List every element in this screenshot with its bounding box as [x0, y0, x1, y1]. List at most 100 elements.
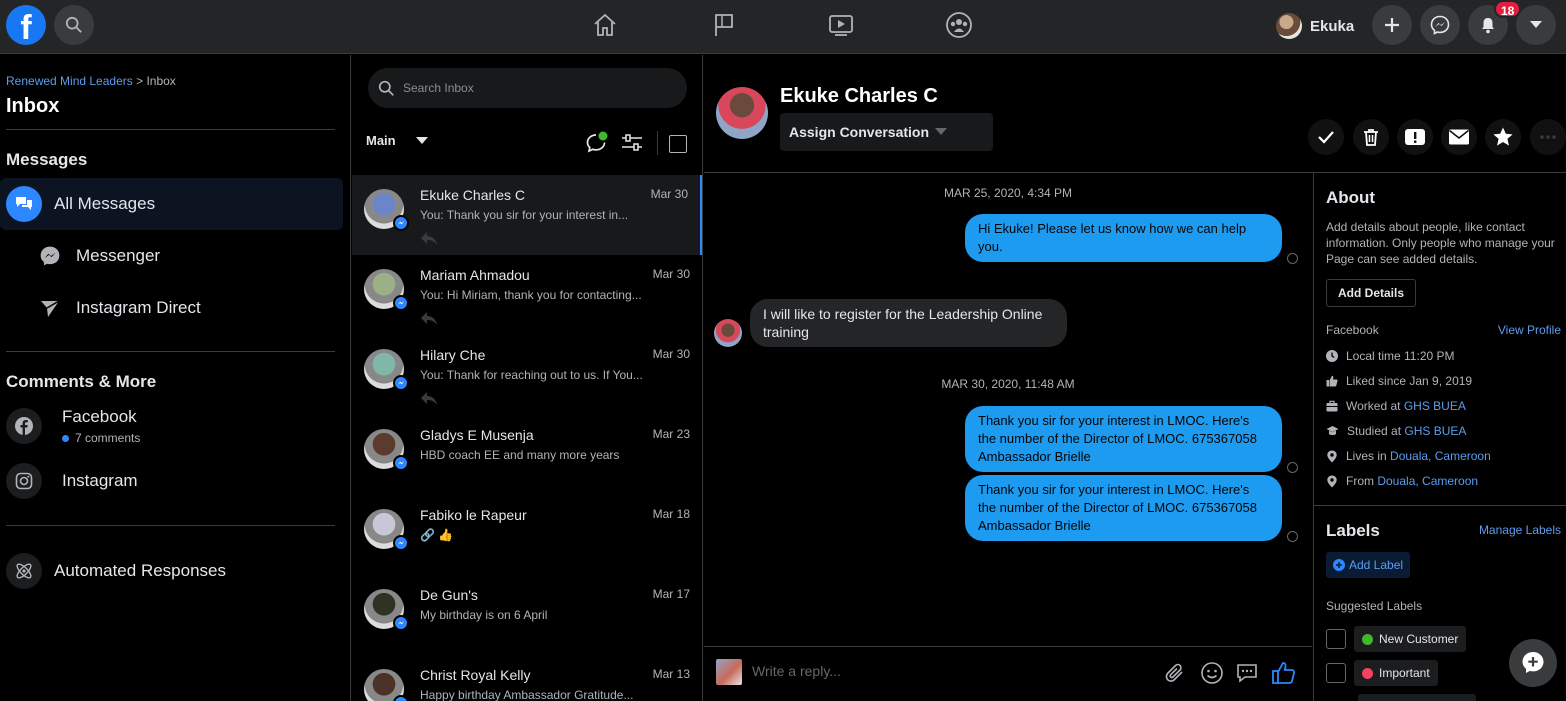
- conversation-date: Mar 18: [652, 507, 690, 521]
- select-all-checkbox[interactable]: [669, 135, 687, 153]
- avatar: [714, 319, 742, 347]
- conversation-item[interactable]: Fabiko le Rapeur Mar 18 🔗 👍: [352, 495, 702, 575]
- conversation-name: Fabiko le Rapeur: [420, 507, 527, 523]
- reply-input[interactable]: [752, 663, 1132, 679]
- breadcrumb: Renewed Mind Leaders > Inbox: [6, 74, 176, 88]
- search-inbox-input[interactable]: [403, 81, 663, 95]
- conversation-item[interactable]: Gladys E Musenja Mar 23 HBD coach EE and m…: [352, 415, 702, 495]
- delete-button[interactable]: [1353, 119, 1389, 155]
- attach-file-button[interactable]: [1164, 662, 1186, 684]
- outgoing-message: Thank you sir for your interest in LMOC.…: [965, 475, 1282, 541]
- account-menu-button[interactable]: [1516, 5, 1556, 45]
- search-button[interactable]: [54, 5, 94, 45]
- unread-filter-button[interactable]: [585, 131, 609, 155]
- conversation-item[interactable]: Christ Royal Kelly Mar 13 Happy birthday A…: [352, 655, 702, 701]
- groups-icon: [946, 12, 972, 38]
- profile-chip[interactable]: Ekuka: [1276, 9, 1354, 43]
- conversation-name: De Gun's: [420, 587, 478, 603]
- sidebar-item-instagram-direct[interactable]: Instagram Direct: [0, 282, 343, 334]
- sidebar-item-automated-responses[interactable]: Automated Responses: [0, 545, 343, 597]
- search-icon: [65, 16, 82, 33]
- workplace-link[interactable]: GHS BUEA: [1404, 399, 1466, 413]
- liked-since-text: Liked since Jan 9, 2019: [1346, 374, 1473, 388]
- new-message-fab[interactable]: [1509, 639, 1557, 687]
- sliders-icon: [622, 134, 642, 151]
- seen-indicator: [1287, 462, 1298, 473]
- conversation-snippet: You: Hi Miriam, thank you for contacting…: [420, 288, 642, 302]
- label-tag-new-customer[interactable]: New Customer: [1354, 626, 1467, 652]
- current-city-link[interactable]: Douala, Cameroon: [1390, 449, 1491, 463]
- create-button[interactable]: [1372, 5, 1412, 45]
- facebook-circle-icon: [6, 408, 42, 444]
- sidebar-item-facebook[interactable]: Facebook: [0, 400, 343, 452]
- lives-in-prefix: Lives in: [1346, 449, 1391, 463]
- suggested-label-row: Important: [1326, 660, 1438, 686]
- view-profile-link[interactable]: View Profile: [1498, 323, 1561, 337]
- sidebar-item-all-messages[interactable]: All Messages: [0, 178, 343, 230]
- home-nav-button[interactable]: [590, 10, 620, 40]
- sidebar-item-messenger[interactable]: Messenger: [0, 230, 343, 282]
- messenger-badge-icon: [393, 615, 409, 631]
- messenger-icon: [32, 238, 68, 274]
- worked-at-row: Worked at GHS BUEA: [1326, 399, 1466, 413]
- filter-settings-button[interactable]: [620, 132, 644, 154]
- conversation-snippet: You: Thank you sir for your interest in.…: [420, 208, 629, 222]
- add-details-button[interactable]: Add Details: [1326, 279, 1417, 307]
- search-inbox-box[interactable]: [368, 68, 687, 108]
- star-button[interactable]: [1485, 119, 1521, 155]
- emoji-button[interactable]: [1200, 661, 1224, 685]
- avatar[interactable]: [716, 87, 768, 139]
- conversation-item[interactable]: Ekuke Charles C Mar 30 You: Thank you sir …: [352, 175, 702, 255]
- label-name: Important: [1379, 666, 1430, 680]
- breadcrumb-page-link[interactable]: Renewed Mind Leaders: [6, 74, 133, 88]
- pages-nav-button[interactable]: [709, 10, 739, 40]
- add-label-button[interactable]: Add Label: [1326, 552, 1411, 578]
- list-toolbar: Main: [352, 125, 703, 163]
- add-label-text: Add Label: [1349, 558, 1404, 572]
- mark-done-button[interactable]: [1308, 119, 1344, 155]
- profile-name: Ekuka: [1310, 17, 1355, 35]
- messenger-button[interactable]: [1420, 5, 1460, 45]
- caret-down-icon: [415, 136, 428, 144]
- watch-nav-button[interactable]: [826, 10, 856, 40]
- outgoing-message: Hi Ekuke! Please let us know how we can …: [965, 214, 1282, 262]
- mark-spam-button[interactable]: [1397, 119, 1433, 155]
- conversation-date: Mar 30: [650, 187, 688, 201]
- conversation-item[interactable]: De Gun's Mar 17 My birthday is on 6 April: [352, 575, 702, 655]
- conversation-name: Christ Royal Kelly: [420, 667, 531, 683]
- facebook-logo[interactable]: f: [6, 5, 46, 45]
- saved-replies-button[interactable]: [1235, 661, 1259, 685]
- assign-conversation-label: Assign Conversation: [789, 124, 930, 140]
- thumbs-up-icon: [1326, 375, 1338, 387]
- label-tag-important[interactable]: Important: [1354, 660, 1438, 686]
- mark-unread-button[interactable]: [1441, 119, 1477, 155]
- thread-header: Ekuke Charles C Assign Conversation: [704, 55, 1566, 173]
- school-link[interactable]: GHS BUEA: [1404, 424, 1466, 438]
- hometown-link[interactable]: Douala, Cameroon: [1377, 474, 1478, 488]
- divider: [6, 525, 335, 526]
- label-checkbox[interactable]: [1326, 663, 1346, 683]
- like-button[interactable]: [1271, 660, 1297, 686]
- liked-since-row: Liked since Jan 9, 2019: [1326, 374, 1472, 388]
- label-checkbox[interactable]: [1326, 629, 1346, 649]
- plus-circle-icon: [1333, 559, 1345, 571]
- avatar: [1276, 13, 1302, 39]
- outgoing-message: Thank you sir for your interest in LMOC.…: [965, 406, 1282, 472]
- lives-in-row: Lives in Douala, Cameroon: [1326, 449, 1491, 463]
- folder-dropdown[interactable]: Main: [366, 133, 428, 148]
- sidebar-item-label: Instagram Direct: [76, 298, 201, 317]
- conversation-item[interactable]: Hilary Che Mar 30 You: Thank for reaching …: [352, 335, 702, 415]
- label-tag-partial: [1358, 694, 1476, 701]
- groups-nav-button[interactable]: [944, 10, 974, 40]
- sidebar-item-instagram[interactable]: Instagram: [0, 455, 343, 507]
- divider: [6, 129, 335, 130]
- conversation-item[interactable]: Mariam Ahmadou Mar 30 You: Hi Miriam, than…: [352, 255, 702, 335]
- page-avatar: [716, 659, 742, 685]
- more-options-button[interactable]: [1530, 119, 1566, 155]
- conversation-date: Mar 13: [652, 667, 690, 681]
- location-pin-icon: [1327, 475, 1337, 487]
- inbox-sidebar: Renewed Mind Leaders > Inbox Inbox Messa…: [0, 55, 351, 701]
- assign-conversation-button[interactable]: Assign Conversation: [780, 113, 993, 151]
- manage-labels-link[interactable]: Manage Labels: [1479, 523, 1561, 537]
- atom-icon: [6, 553, 42, 589]
